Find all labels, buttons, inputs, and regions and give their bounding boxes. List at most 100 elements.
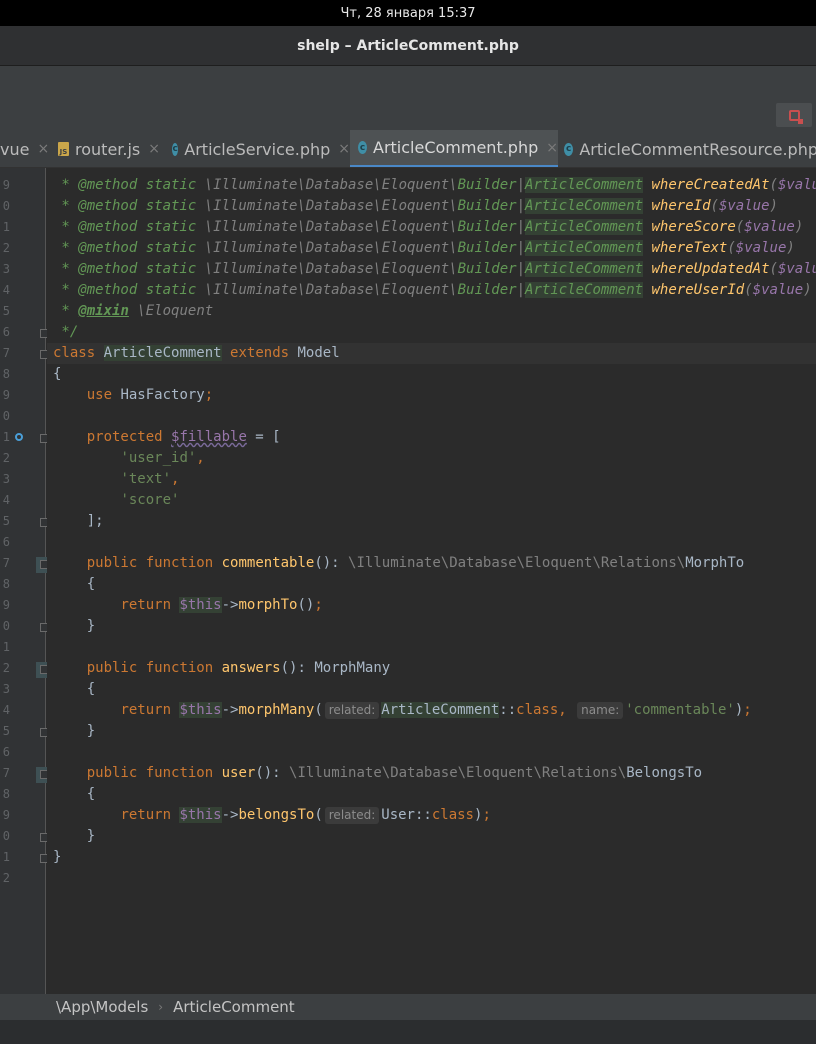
parameter-hint: related: bbox=[324, 807, 380, 824]
code-line: ]; bbox=[86, 513, 104, 529]
window-title: shelp – ArticleComment.php bbox=[297, 37, 519, 54]
line-number: 2 bbox=[2, 451, 10, 465]
code-line: * @method static \Illuminate\Database\El… bbox=[53, 240, 795, 256]
line-number: 9 bbox=[2, 808, 10, 822]
override-icon[interactable] bbox=[15, 433, 23, 441]
code-line: { bbox=[86, 681, 96, 697]
line-number: 3 bbox=[2, 682, 10, 696]
line-number: 0 bbox=[2, 619, 10, 633]
tab-label: ArticleService.php bbox=[184, 139, 331, 159]
tab-label: ArticleCommentResource.php bbox=[579, 139, 816, 159]
close-icon[interactable]: × bbox=[338, 141, 350, 157]
line-number: 3 bbox=[2, 262, 10, 276]
breadcrumb-separator: › bbox=[158, 1000, 164, 1014]
breadcrumb-class[interactable]: ArticleComment bbox=[173, 998, 295, 1016]
js-file-icon: JS bbox=[58, 142, 70, 156]
line-number: 1 bbox=[2, 850, 10, 864]
code-line: 'text', bbox=[120, 471, 180, 487]
code-editor[interactable]: * @method static \Illuminate\Database\El… bbox=[47, 168, 816, 994]
tab-article-comment-resource[interactable]: c ArticleCommentResource.php bbox=[558, 130, 816, 167]
line-number: 9 bbox=[2, 178, 10, 192]
line-number: 0 bbox=[2, 409, 10, 423]
code-line: { bbox=[53, 366, 62, 382]
code-line: protected $fillable = [ bbox=[86, 429, 281, 445]
code-line: * @method static \Illuminate\Database\El… bbox=[53, 177, 816, 193]
code-line: * @method static \Illuminate\Database\El… bbox=[53, 282, 812, 298]
breadcrumb-namespace[interactable]: \App\Models bbox=[56, 998, 148, 1016]
window-title-bar: shelp – ArticleComment.php bbox=[0, 26, 816, 66]
php-class-icon: c bbox=[358, 141, 367, 154]
tab-label: router.js bbox=[75, 139, 141, 159]
stop-button[interactable] bbox=[776, 103, 812, 127]
code-line: { bbox=[86, 786, 96, 802]
line-number: 7 bbox=[2, 346, 10, 360]
code-line: } bbox=[86, 828, 96, 844]
code-line: public function answers(): MorphMany bbox=[86, 660, 391, 676]
line-number: 4 bbox=[2, 493, 10, 507]
line-number: 5 bbox=[2, 304, 10, 318]
line-number: 9 bbox=[2, 388, 10, 402]
bottom-panel bbox=[0, 1020, 816, 1044]
php-class-icon: c bbox=[172, 142, 179, 156]
parameter-hint: related: bbox=[324, 702, 380, 719]
line-number: 1 bbox=[2, 430, 10, 444]
code-line: } bbox=[86, 618, 96, 634]
code-line: */ bbox=[53, 324, 79, 340]
line-number: 8 bbox=[2, 787, 10, 801]
stop-icon bbox=[788, 109, 803, 124]
line-number: 6 bbox=[2, 325, 10, 339]
line-number: 6 bbox=[2, 535, 10, 549]
code-line: } bbox=[53, 849, 62, 865]
line-number: 8 bbox=[2, 577, 10, 591]
tab-router-js[interactable]: JS router.js × bbox=[50, 130, 160, 167]
code-line: public function commentable(): \Illumina… bbox=[86, 555, 745, 571]
editor-tabs: vue × JS router.js × c ArticleService.php ×… bbox=[0, 130, 816, 168]
line-number: 2 bbox=[2, 871, 10, 885]
code-line: * @method static \Illuminate\Database\El… bbox=[53, 219, 804, 235]
php-class-icon: c bbox=[564, 142, 574, 156]
line-number: 7 bbox=[2, 556, 10, 570]
editor-gutter[interactable]: 9 0 1 2 3 4 5 6 7 8 9 0 1 2 3 4 5 6 7 8 … bbox=[0, 168, 50, 994]
line-number: 2 bbox=[2, 661, 10, 675]
system-top-bar: Чт, 28 января 15:37 bbox=[0, 0, 816, 26]
parameter-hint: name: bbox=[577, 702, 624, 719]
line-number: 0 bbox=[2, 829, 10, 843]
tab-label: ArticleComment.php bbox=[373, 138, 539, 157]
code-line: * @mixin \Eloquent bbox=[53, 303, 214, 319]
line-number: 7 bbox=[2, 766, 10, 780]
code-line: return $this->morphTo(); bbox=[120, 597, 323, 613]
line-number: 1 bbox=[2, 220, 10, 234]
line-number: 3 bbox=[2, 472, 10, 486]
line-number: 2 bbox=[2, 241, 10, 255]
code-line: * @method static \Illuminate\Database\El… bbox=[53, 198, 778, 214]
code-line: return $this->morphMany(related: ArticleC… bbox=[120, 702, 752, 719]
close-icon[interactable]: × bbox=[148, 141, 160, 157]
code-line: class ArticleComment extends Model bbox=[53, 345, 340, 361]
code-line: return $this->belongsTo(related: User::cl… bbox=[120, 807, 491, 824]
code-line: use HasFactory; bbox=[86, 387, 214, 403]
line-number: 5 bbox=[2, 724, 10, 738]
line-number: 1 bbox=[2, 640, 10, 654]
breadcrumb: \App\Models › ArticleComment bbox=[0, 994, 816, 1020]
ide-toolbar bbox=[0, 66, 816, 130]
line-number: 5 bbox=[2, 514, 10, 528]
tab-vue[interactable]: vue × bbox=[0, 130, 49, 167]
line-number: 6 bbox=[2, 745, 10, 759]
line-number: 4 bbox=[2, 703, 10, 717]
close-icon[interactable]: × bbox=[37, 141, 49, 157]
line-number: 0 bbox=[2, 199, 10, 213]
tab-article-comment[interactable]: c ArticleComment.php × bbox=[350, 130, 558, 167]
line-number: 8 bbox=[2, 367, 10, 381]
close-icon[interactable]: × bbox=[546, 140, 558, 156]
code-line: { bbox=[86, 576, 96, 592]
code-line: * @method static \Illuminate\Database\El… bbox=[53, 261, 816, 277]
line-number: 4 bbox=[2, 283, 10, 297]
tab-article-service[interactable]: c ArticleService.php × bbox=[164, 130, 350, 167]
line-number: 9 bbox=[2, 598, 10, 612]
system-clock[interactable]: Чт, 28 января 15:37 bbox=[340, 6, 475, 21]
code-line: } bbox=[86, 723, 96, 739]
code-line: public function user(): \Illuminate\Data… bbox=[86, 765, 703, 781]
code-line: 'score' bbox=[120, 492, 180, 508]
tab-label: vue bbox=[0, 139, 30, 159]
code-line: 'user_id', bbox=[120, 450, 205, 466]
